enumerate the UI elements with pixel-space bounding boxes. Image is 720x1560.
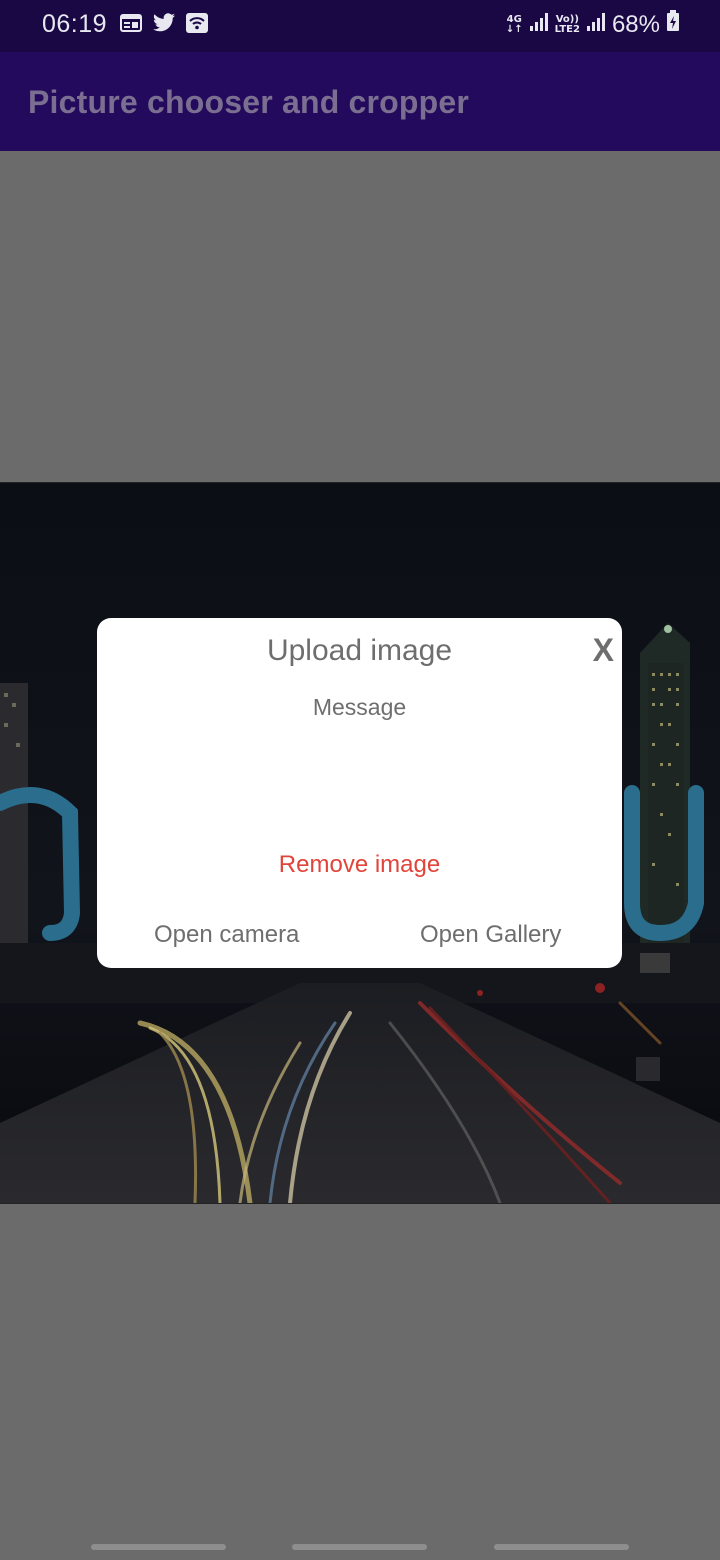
dialog-message: Message: [312, 694, 407, 720]
wifi-icon: [186, 13, 208, 33]
twitter-icon: [152, 13, 176, 33]
nav-back-button[interactable]: [494, 1544, 629, 1550]
open-gallery-button[interactable]: Open Gallery: [420, 921, 561, 949]
upload-image-dialog: Upload image X Message Remove image Open…: [97, 618, 622, 968]
open-camera-button[interactable]: Open camera: [154, 921, 299, 949]
network-type-indicator: 4G ↓↑: [505, 13, 523, 35]
nav-recents-button[interactable]: [91, 1544, 226, 1550]
remove-image-button[interactable]: Remove image: [97, 851, 622, 879]
dialog-title: Upload image: [266, 634, 453, 667]
battery-percentage: 68%: [611, 10, 660, 38]
screen: 06:19 4G ↓↑ Vo)) LTE2 68% Picture choose…: [0, 0, 720, 1560]
battery-icon: [666, 10, 680, 39]
status-bar: 06:19 4G ↓↑ Vo)) LTE2 68%: [0, 0, 720, 52]
signal-icon: [529, 11, 549, 39]
nav-home-button[interactable]: [292, 1544, 427, 1550]
notification-icons: [120, 13, 208, 33]
volte-indicator: Vo)) LTE2: [554, 13, 580, 35]
close-button[interactable]: X: [593, 632, 614, 669]
system-icons: 4G ↓↑ Vo)) LTE2 68%: [506, 10, 680, 39]
app-title: Picture chooser and cropper: [28, 84, 470, 120]
app-bar: Picture chooser and cropper: [0, 52, 720, 151]
calendar-icon: [120, 13, 142, 33]
signal-icon-2: [586, 11, 606, 39]
status-time: 06:19: [42, 10, 108, 38]
